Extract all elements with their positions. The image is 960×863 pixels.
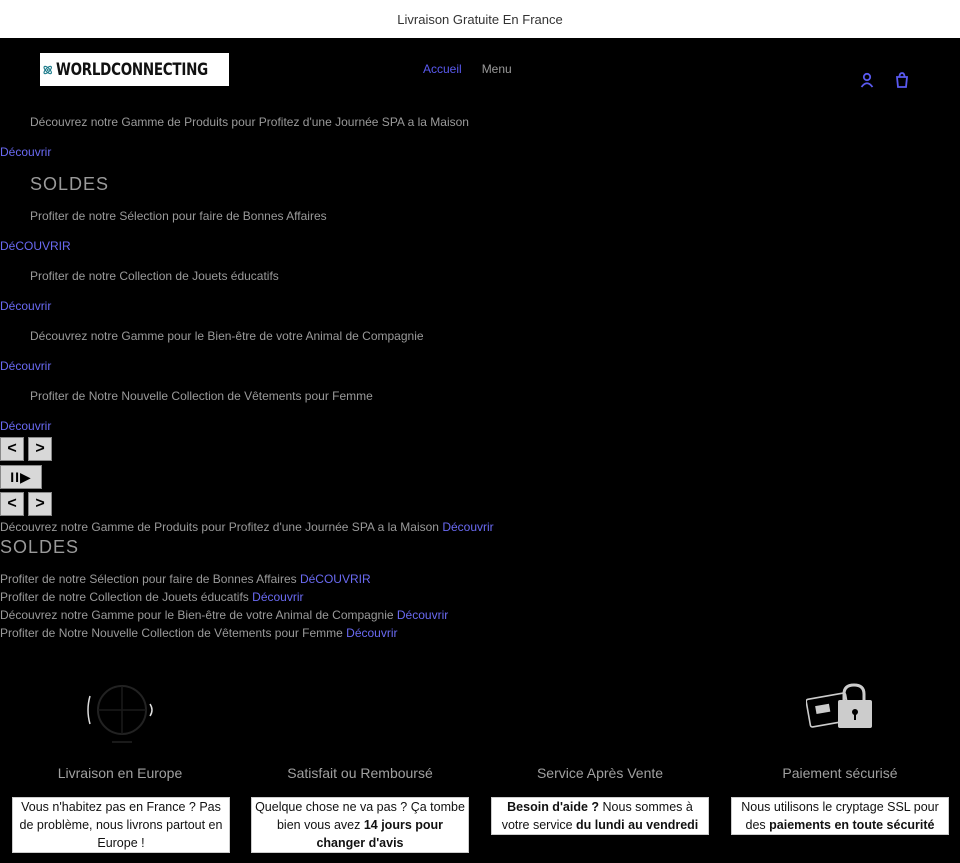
slide-list-2-text: Profiter de notre Sélection pour faire d…: [0, 572, 297, 586]
cart-icon[interactable]: [894, 72, 910, 88]
slide-4-text: Découvrez notre Gamme pour le Bien-être …: [30, 329, 424, 343]
feature-title-payment: Paiement sécurisé: [782, 765, 898, 781]
slide-3-text: Profiter de notre Collection de Jouets é…: [30, 269, 279, 283]
slide-1-text: Découvrez notre Gamme de Produits pour P…: [30, 115, 469, 129]
feature-title-satisfaction: Satisfait ou Remboursé: [287, 765, 433, 781]
slide-list-item-2: Profiter de notre Sélection pour faire d…: [0, 572, 371, 586]
slide-list-item-1: Découvrez notre Gamme de Produits pour P…: [0, 520, 494, 534]
slide-1-link[interactable]: Découvrir: [0, 145, 51, 159]
slider-next-button-2[interactable]: >: [28, 492, 52, 516]
feature-aftersales-bold2: du lundi au vendredi: [576, 818, 699, 832]
slide-list-item-5: Profiter de Notre Nouvelle Collection de…: [0, 626, 398, 640]
slider-next-button[interactable]: >: [28, 437, 52, 461]
feature-box-payment: Nous utilisons le cryptage SSL pour des …: [731, 797, 949, 835]
slide-list-item-3: Profiter de notre Collection de Jouets é…: [0, 590, 304, 604]
nav-item-menu[interactable]: Menu: [482, 62, 512, 76]
slide-list-1-link[interactable]: Découvrir: [442, 520, 493, 534]
account-icon[interactable]: [860, 72, 874, 88]
feature-payment-bold: paiements en toute sécurité: [769, 818, 935, 832]
slide-2-link[interactable]: DéCOUVRIR: [0, 239, 71, 253]
slide-list-1-text: Découvrez notre Gamme de Produits pour P…: [0, 520, 439, 534]
slide-list-3-text: Profiter de notre Collection de Jouets é…: [0, 590, 249, 604]
slide-list-3-link[interactable]: Découvrir: [252, 590, 303, 604]
slider-prev-button-2[interactable]: <: [0, 492, 24, 516]
slide-5-text: Profiter de Notre Nouvelle Collection de…: [30, 389, 373, 403]
slide-4-link[interactable]: Découvrir: [0, 359, 51, 373]
slide-list-4-text: Découvrez notre Gamme pour le Bien-être …: [0, 608, 394, 622]
feature-box-satisfaction: Quelque chose ne va pas ? Ça tombe bien …: [251, 797, 469, 853]
slide-list-5-link[interactable]: Découvrir: [346, 626, 397, 640]
padlock-card-icon: [806, 683, 872, 728]
slide-list-2-link[interactable]: DéCOUVRIR: [300, 572, 371, 586]
announcement-text: Livraison Gratuite En France: [397, 11, 563, 27]
feature-title-aftersales: Service Après Vente: [536, 765, 664, 781]
globe-icon: [87, 685, 153, 743]
feature-title-delivery: Livraison en Europe: [57, 765, 183, 781]
slider-prev-button[interactable]: <: [0, 437, 24, 461]
feature-box-delivery: Vous n'habitez pas en France ? Pas de pr…: [12, 797, 230, 853]
slide-5-link[interactable]: Découvrir: [0, 419, 51, 433]
slide-list-item-4: Découvrez notre Gamme pour le Bien-être …: [0, 608, 448, 622]
feature-aftersales-bold1: Besoin d'aide ?: [507, 800, 600, 814]
slide-list-heading: SOLDES: [0, 537, 80, 557]
site-logo[interactable]: WORLDCONNECTING: [40, 53, 229, 86]
slide-3-link[interactable]: Découvrir: [0, 299, 51, 313]
logo-text: WORLDCONNECTING: [56, 59, 209, 80]
nav-item-accueil[interactable]: Accueil: [423, 62, 462, 76]
slide-2-text: Profiter de notre Sélection pour faire d…: [30, 209, 327, 223]
slider-pause-control: II▶: [0, 465, 42, 489]
feature-box-aftersales: Besoin d'aide ? Nous sommes à votre serv…: [491, 797, 709, 835]
logo-atom-icon: [43, 65, 52, 74]
announcement-bar: Livraison Gratuite En France: [0, 0, 960, 38]
slide-list-5-text: Profiter de Notre Nouvelle Collection de…: [0, 626, 343, 640]
slider-controls-bottom: < >: [0, 492, 52, 516]
main-nav: Accueil Menu: [423, 62, 512, 76]
slider-pause-button[interactable]: II▶: [0, 465, 42, 489]
slide-2-heading: SOLDES: [30, 174, 110, 194]
slider-controls-top: < >: [0, 437, 52, 461]
slide-list-4-link[interactable]: Découvrir: [397, 608, 448, 622]
feature-delivery-text: Vous n'habitez pas en France ? Pas de pr…: [19, 800, 223, 850]
